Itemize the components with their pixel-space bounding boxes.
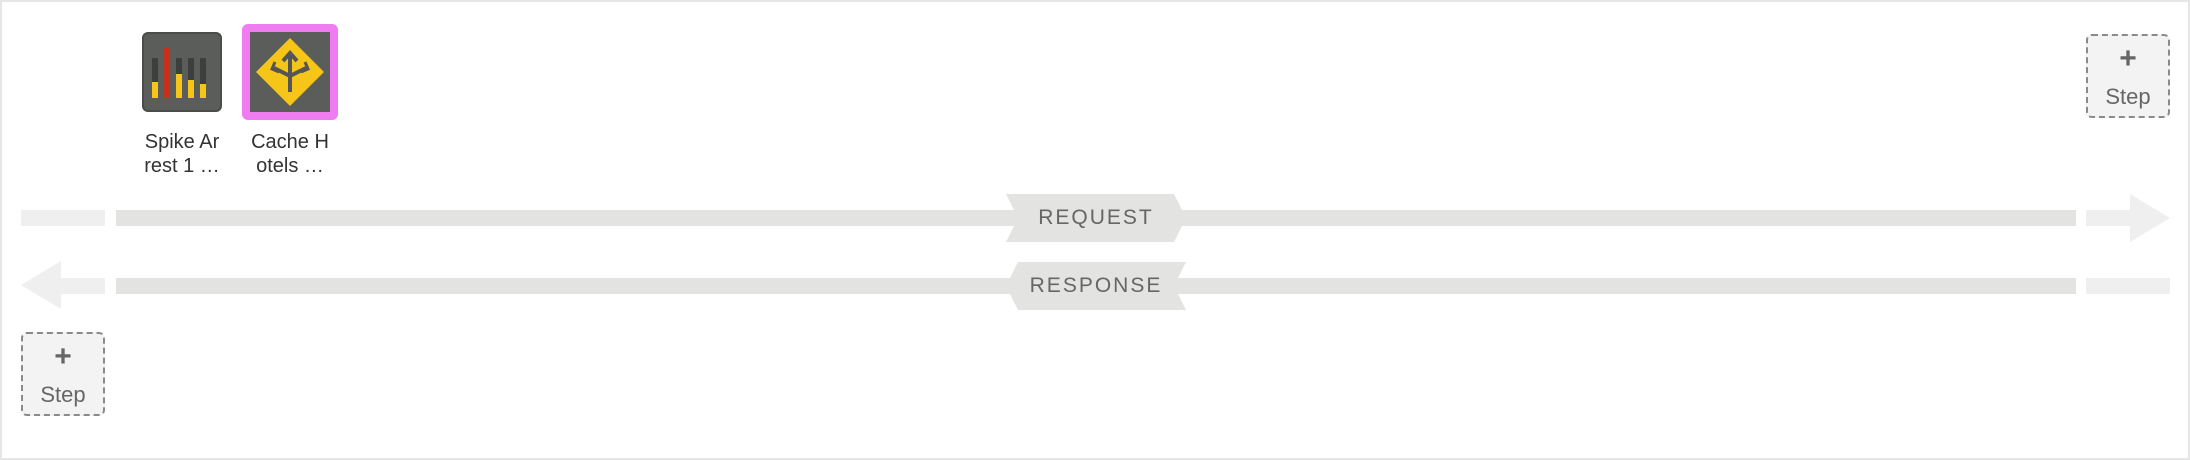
request-flow-label: REQUEST — [1006, 194, 1186, 242]
request-flow-end — [2086, 210, 2132, 226]
flow-canvas: + Step Spike Ar rest 1 … Cache H otels …… — [0, 0, 2190, 460]
request-arrow-icon — [2130, 194, 2170, 242]
policy-step-spike-arrest[interactable]: Spike Ar rest 1 … — [127, 32, 237, 178]
plus-icon: + — [54, 340, 72, 373]
policy-step-cache[interactable]: Cache H otels … — [235, 24, 345, 178]
response-cache-icon — [242, 24, 338, 120]
request-flow-start — [21, 210, 105, 226]
add-request-step-button[interactable]: + Step — [2086, 34, 2170, 118]
add-response-step-button[interactable]: + Step — [21, 332, 105, 416]
response-flow-end — [2086, 278, 2170, 294]
add-step-label: Step — [40, 382, 86, 407]
plus-icon: + — [2119, 42, 2137, 75]
policy-step-name: Spike Ar rest 1 … — [144, 131, 220, 177]
spike-arrest-icon — [142, 32, 222, 112]
policy-step-name: Cache H otels … — [251, 131, 329, 177]
response-flow-start — [59, 278, 105, 294]
response-flow-label: RESPONSE — [1006, 262, 1186, 310]
response-arrow-icon — [21, 261, 61, 309]
add-step-label: Step — [2105, 84, 2151, 109]
